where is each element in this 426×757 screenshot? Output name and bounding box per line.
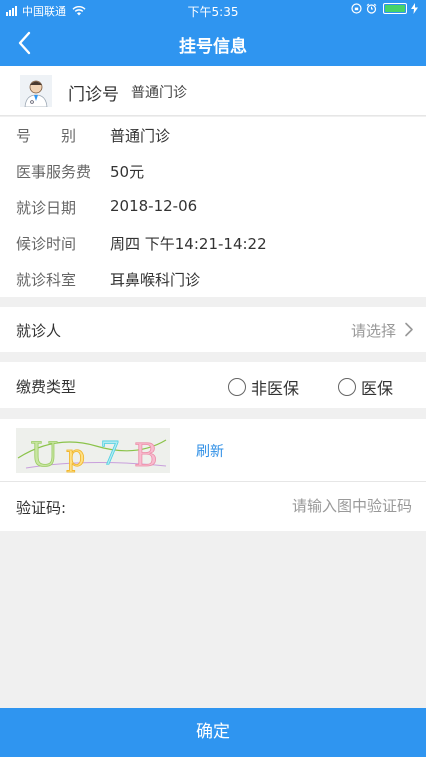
status-bar: 中国联通 下午5:35 <box>0 0 426 20</box>
radio-circle-icon[interactable] <box>228 378 246 396</box>
radio-circle-icon[interactable] <box>338 378 356 396</box>
detail-label: 就诊日期 <box>16 199 77 217</box>
clinic-number-label: 门诊号 <box>68 85 119 105</box>
nav-bar: 挂号信息 <box>0 20 426 66</box>
detail-label: 号 别 <box>16 127 77 145</box>
radio-label[interactable]: 医保 <box>361 375 393 399</box>
captcha-char: p <box>66 439 85 473</box>
rotation-lock-icon <box>351 3 362 14</box>
patient-label: 就诊人 <box>16 322 62 340</box>
radio-non-insurance[interactable]: 非医保 <box>228 375 299 399</box>
detail-value: 2018-12-06 <box>110 197 198 215</box>
captcha-section: U p 7 B 刷新 验证码: <box>0 419 426 531</box>
detail-row-registration-type: 号 别 普通门诊 <box>0 117 426 153</box>
captcha-input[interactable] <box>120 491 412 521</box>
payment-type-label: 缴费类型 <box>16 378 77 396</box>
status-bar-right <box>347 3 418 14</box>
detail-value: 普通门诊 <box>110 127 171 145</box>
payment-type-row: 缴费类型 非医保 医保 <box>0 362 426 408</box>
radio-label[interactable]: 非医保 <box>251 375 299 399</box>
page-title: 挂号信息 <box>179 37 247 57</box>
refresh-captcha-link[interactable]: 刷新 <box>196 441 224 461</box>
detail-label: 候诊时间 <box>16 235 77 253</box>
detail-label: 医事服务费 <box>16 163 92 181</box>
detail-label: 就诊科室 <box>16 271 77 289</box>
clinic-header: 门诊号 普通门诊 <box>0 66 426 116</box>
chevron-right-icon[interactable] <box>404 322 414 337</box>
detail-row-department: 就诊科室 耳鼻喉科门诊 <box>0 261 426 297</box>
radio-insurance[interactable]: 医保 <box>338 375 393 399</box>
detail-row-service-fee: 医事服务费 50元 <box>0 153 426 189</box>
detail-row-waiting-time: 候诊时间 周四 下午14:21-14:22 <box>0 225 426 261</box>
detail-value: 耳鼻喉科门诊 <box>110 271 201 289</box>
captcha-char: B <box>134 436 158 473</box>
captcha-char: U <box>30 435 59 473</box>
registration-details: 号 别 普通门诊 医事服务费 50元 就诊日期 2018-12-06 候诊时间 … <box>0 117 426 297</box>
divider <box>0 481 426 482</box>
alarm-icon <box>366 3 377 14</box>
battery-icon <box>383 3 407 14</box>
detail-value: 50元 <box>110 163 145 181</box>
doctor-avatar-icon <box>20 75 52 107</box>
detail-row-visit-date: 就诊日期 2018-12-06 <box>0 189 426 225</box>
patient-selector[interactable]: 就诊人 请选择 <box>0 307 426 352</box>
charging-icon <box>411 3 418 14</box>
clinic-type: 普通门诊 <box>131 85 187 101</box>
patient-select-placeholder[interactable]: 请选择 <box>351 320 396 341</box>
detail-value: 周四 下午14:21-14:22 <box>110 235 267 253</box>
captcha-image[interactable]: U p 7 B <box>16 428 170 473</box>
captcha-input-label: 验证码: <box>16 499 67 517</box>
captcha-char: 7 <box>100 434 120 472</box>
confirm-button[interactable]: 确定 <box>0 708 426 757</box>
